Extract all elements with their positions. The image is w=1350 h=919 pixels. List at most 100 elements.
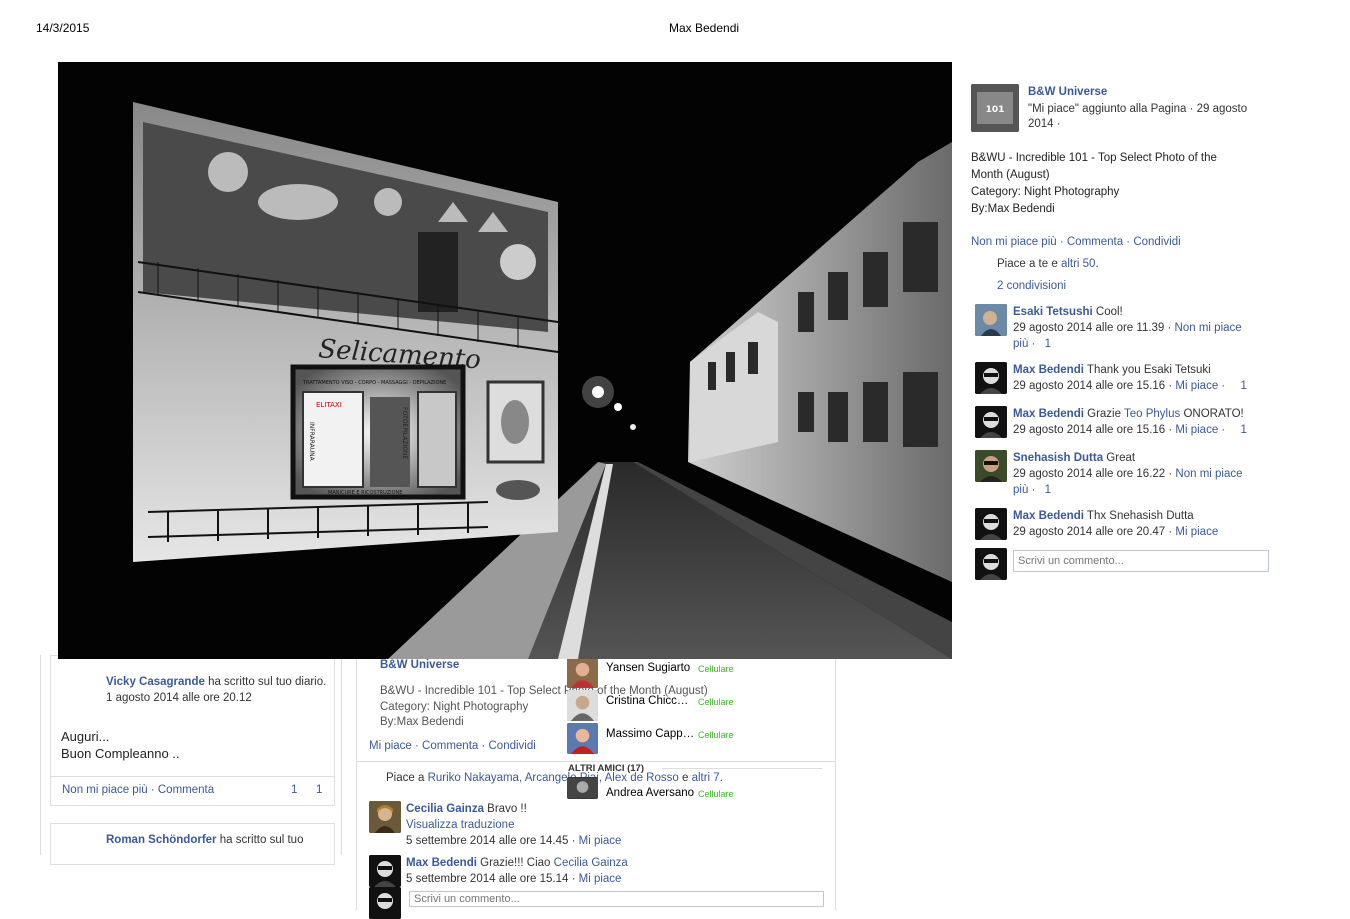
- avatar[interactable]: [975, 406, 1007, 438]
- chat-section-title: ALTRI AMICI (17): [568, 763, 644, 774]
- like-link[interactable]: Mi piace: [1175, 526, 1218, 538]
- chat-contact[interactable]: Cristina Chicc… Cellulare: [567, 690, 807, 721]
- likes-more-link[interactable]: altri 50: [1061, 258, 1096, 270]
- avatar[interactable]: [975, 304, 1007, 336]
- print-date: 14/3/2015: [36, 21, 90, 35]
- comment-time: 5 settembre 2014 alle ore 15.14 ·: [406, 873, 579, 885]
- avatar: [975, 548, 1007, 580]
- like-link[interactable]: Non mi piace: [1175, 468, 1242, 480]
- comment-author-link[interactable]: Max Bedendi: [1013, 408, 1084, 420]
- like-count[interactable]: 1: [1240, 424, 1246, 436]
- post-author-link[interactable]: Roman Schöndorfer: [106, 834, 217, 846]
- contact-name: Massimo Capp…: [606, 728, 695, 740]
- comment-count[interactable]: 1: [316, 784, 322, 796]
- like-link[interactable]: Mi piace ·: [1175, 380, 1228, 392]
- chat-contact[interactable]: Massimo Capp… Cellulare: [567, 723, 807, 754]
- contact-status: Cellulare: [698, 789, 734, 799]
- likes-prefix: Piace a te e: [997, 258, 1061, 270]
- comment-text: Grazie!!! Ciao: [476, 857, 554, 869]
- comment-text: Grazie: [1083, 408, 1124, 420]
- post-actions[interactable]: Non mi piace più · Commenta: [62, 784, 214, 796]
- comment-text: Thank you Esaki Tetsuki: [1083, 364, 1211, 376]
- like-count[interactable]: 1: [1240, 380, 1246, 392]
- print-title: Max Bedendi: [669, 21, 740, 35]
- description-line: Category: Night Photography: [971, 186, 1120, 198]
- like-count[interactable]: 1: [1045, 484, 1051, 496]
- post-action-text: ha scritto sul tuo diario.: [204, 676, 327, 688]
- page-name-link[interactable]: B&W Universe: [1028, 86, 1107, 98]
- comment-text: Cool!: [1092, 306, 1123, 318]
- avatar[interactable]: [975, 362, 1007, 394]
- contact-status: Cellulare: [698, 664, 734, 674]
- window-text: TRATTAMENTO VISO - CORPO - MASSAGGI - DE…: [302, 380, 446, 386]
- comment: Max Bedendi Grazie Teo Phylus ONORATO! 2…: [971, 406, 1271, 440]
- contact-name: Andrea Aversano: [606, 787, 695, 799]
- description-line: Month (August): [971, 169, 1050, 181]
- likes-suffix: .: [1095, 258, 1099, 270]
- night-street-photo[interactable]: Selicamento TRATTAMENTO VISO - CORPO - M…: [58, 62, 952, 659]
- contact-status: Cellulare: [698, 697, 734, 707]
- comment-text: Bravo !!: [483, 803, 527, 815]
- mention-link[interactable]: Cecilia Gainza: [554, 857, 628, 869]
- comment-time: 29 agosto 2014 alle ore 15.16 ·: [1013, 380, 1176, 392]
- timeline-post: Vicky Casagrande ha scritto sul tuo diar…: [50, 655, 335, 777]
- post-author-link[interactable]: Vicky Casagrande: [106, 676, 205, 688]
- chat-contact[interactable]: Yansen Sugiarto Cellulare: [567, 657, 807, 688]
- mention-link[interactable]: Teo Phylus: [1124, 408, 1180, 420]
- post-message-line: Auguri...: [61, 729, 110, 744]
- chat-sidebar: Yansen Sugiarto Cellulare Cristina Chicc…: [567, 657, 822, 802]
- photo-details-panel: 101 B&W Universe "Mi piace" aggiunto all…: [971, 84, 1271, 582]
- post-header: 101 B&W Universe "Mi piace" aggiunto all…: [971, 84, 1271, 136]
- comment: Max Bedendi Thx Snehasish Dutta 29 agost…: [971, 508, 1271, 542]
- avatar[interactable]: [975, 508, 1007, 540]
- like-count[interactable]: 1: [291, 784, 297, 796]
- post-actions[interactable]: Non mi piace più · Commenta · Condividi: [971, 236, 1181, 248]
- comment-time: 29 agosto 2014 alle ore 11.39 ·: [1013, 322, 1175, 334]
- timeline-column: Vicky Casagrande ha scritto sul tuo diar…: [40, 655, 342, 865]
- divider: [662, 768, 822, 769]
- contact-status: Cellulare: [698, 730, 734, 740]
- comment-author-link[interactable]: Max Bedendi: [1013, 364, 1084, 376]
- timeline-post: Roman Schöndorfer ha scritto sul tuo: [50, 823, 335, 865]
- comment-author-link[interactable]: Max Bedendi: [1013, 510, 1084, 522]
- comment-author-link[interactable]: Esaki Tetsushi: [1013, 306, 1093, 318]
- post-actions[interactable]: Mi piace · Commenta · Condividi: [369, 740, 536, 752]
- avatar[interactable]: [369, 855, 401, 887]
- likes-summary: Piace a te e altri 50.: [997, 258, 1271, 270]
- comment-composer: [971, 548, 1271, 582]
- like-link[interactable]: più ·: [1013, 484, 1039, 496]
- window-vertical-text: INFRARAUNA: [308, 422, 315, 462]
- like-link[interactable]: più ·: [1013, 338, 1039, 350]
- chat-contact[interactable]: Andrea Aversano Cellulare: [567, 777, 807, 807]
- avatar: [567, 690, 598, 721]
- comment-input[interactable]: [409, 891, 824, 907]
- avatar: [567, 657, 598, 688]
- comment-time: 29 agosto 2014 alle ore 16.22 ·: [1013, 468, 1176, 480]
- comment: Esaki Tetsushi Cool! 29 agosto 2014 alle…: [971, 304, 1271, 352]
- comment-input[interactable]: [1013, 550, 1269, 572]
- like-link[interactable]: Mi piace: [579, 873, 622, 885]
- comment: Max Bedendi Thank you Esaki Tetsuki 29 a…: [971, 362, 1271, 396]
- avatar[interactable]: [975, 450, 1007, 482]
- window-vertical-text: FOTOEPILAZIONE: [401, 407, 408, 459]
- like-link[interactable]: Mi piace ·: [1175, 424, 1228, 436]
- translate-link[interactable]: Visualizza traduzione: [406, 819, 514, 831]
- window-text: MANICURE E RICOSTRUZIONE: [328, 490, 402, 496]
- comment-author-link[interactable]: Snehasish Dutta: [1013, 452, 1103, 464]
- window-small-text: ELITAXI: [316, 401, 342, 409]
- like-count[interactable]: 1: [1045, 338, 1051, 350]
- comment-author-link[interactable]: Max Bedendi: [406, 857, 477, 869]
- shares-link[interactable]: 2 condivisioni: [997, 280, 1066, 292]
- like-link[interactable]: Non mi piace: [1175, 322, 1242, 334]
- like-link[interactable]: Mi piace: [579, 835, 622, 847]
- comment-time: 29 agosto 2014 alle ore 20.47 ·: [1013, 526, 1176, 538]
- post-subtitle: "Mi piace" aggiunto alla Pagina · 29 ago…: [1028, 103, 1248, 130]
- page-avatar[interactable]: 101: [971, 84, 1019, 132]
- likes-prefix: Piace a: [386, 772, 428, 784]
- post-message-line: Buon Compleanno ..: [61, 746, 180, 761]
- avatar[interactable]: [369, 801, 401, 833]
- post-action-text: ha scritto sul tuo: [216, 834, 304, 846]
- page-name-link[interactable]: B&W Universe: [380, 659, 459, 671]
- comment-author-link[interactable]: Cecilia Gainza: [406, 803, 484, 815]
- post-timestamp[interactable]: 1 agosto 2014 alle ore 20.12: [106, 692, 252, 704]
